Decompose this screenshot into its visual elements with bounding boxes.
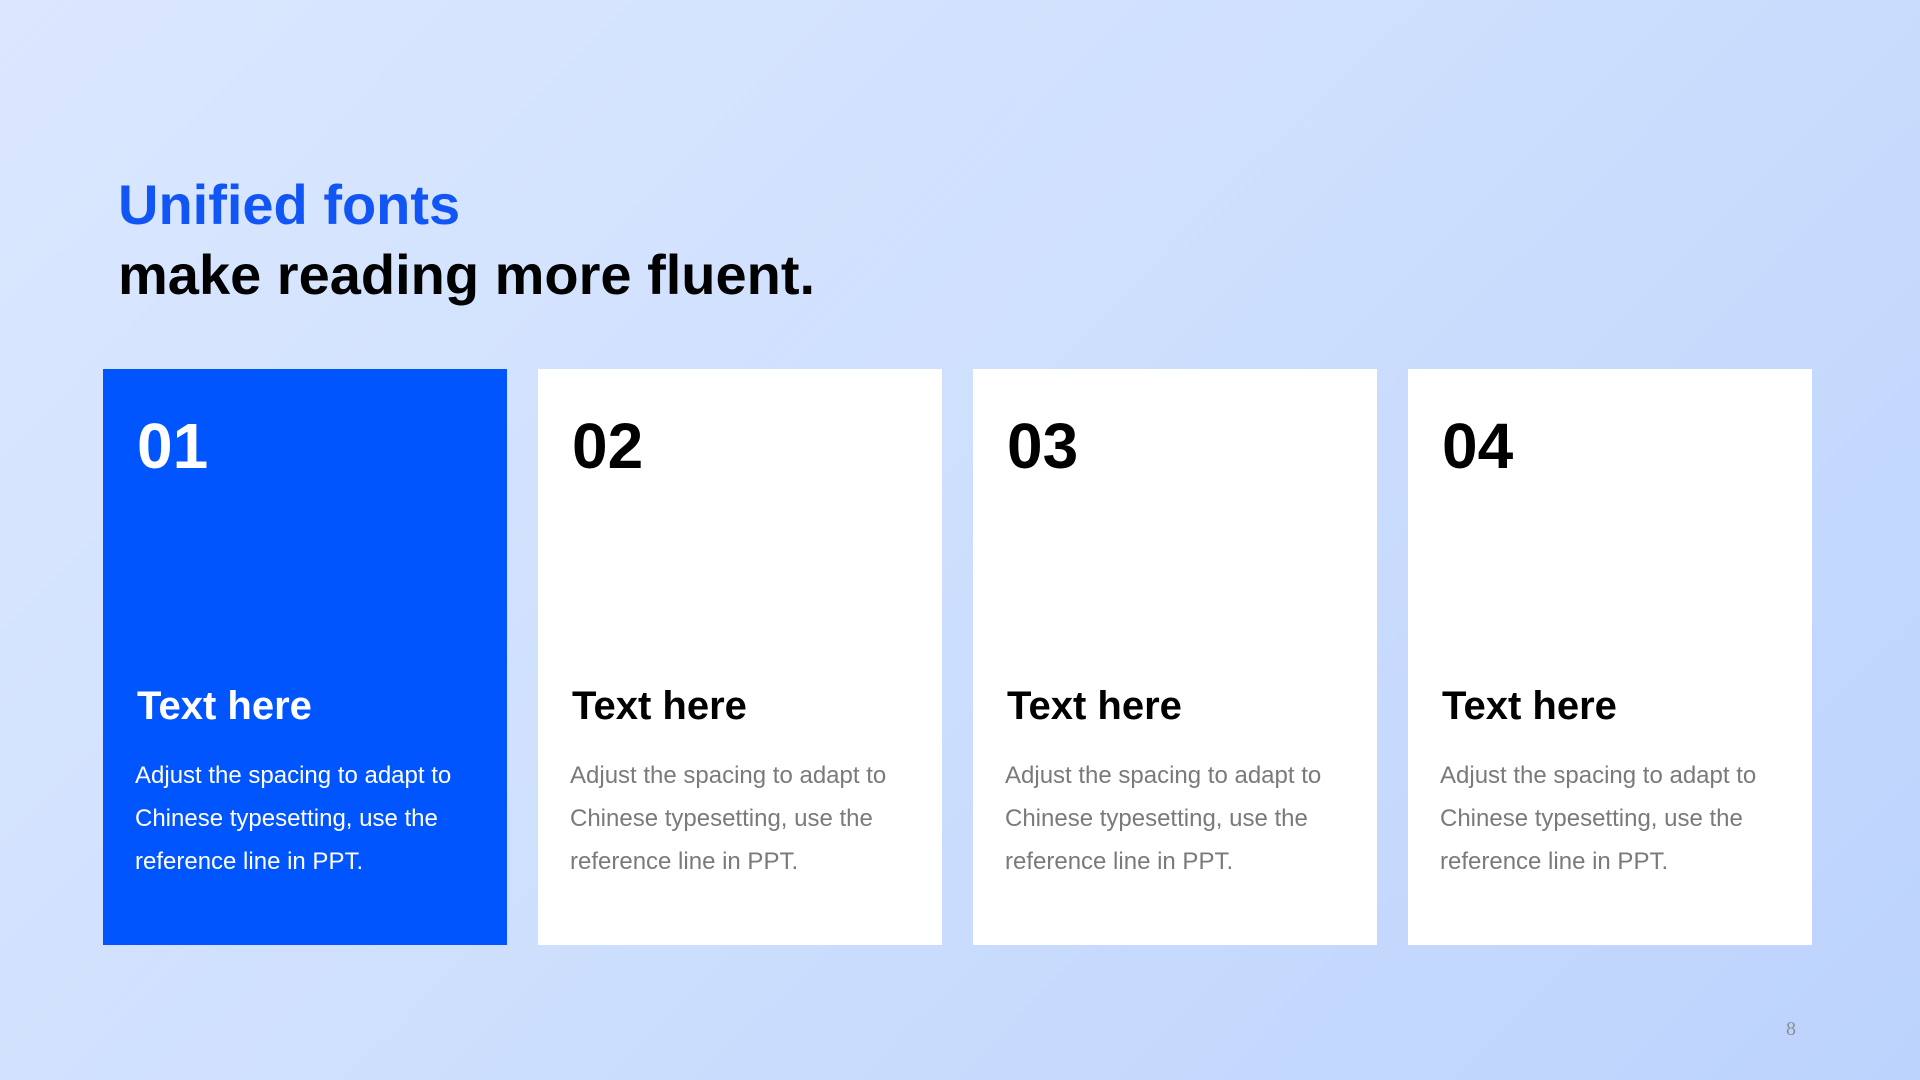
card-body: Adjust the spacing to adapt to Chinese t… xyxy=(1440,762,1757,875)
card-heading: Text here xyxy=(1007,684,1182,728)
card-number: 04 xyxy=(1442,410,1514,482)
card-04: 04 Text here Adjust the spacing to adapt… xyxy=(1408,369,1812,945)
card-02: 02 Text here Adjust the spacing to adapt… xyxy=(538,369,942,945)
card-number: 03 xyxy=(1007,410,1079,482)
slide: Unified fonts make reading more fluent. … xyxy=(0,0,1920,1080)
card-01: 01 Text here Adjust the spacing to adapt… xyxy=(103,369,507,945)
card-03: 03 Text here Adjust the spacing to adapt… xyxy=(973,369,1377,945)
title-main: make reading more fluent. xyxy=(118,243,816,306)
card-number: 02 xyxy=(572,410,644,482)
card-body: Adjust the spacing to adapt to Chinese t… xyxy=(135,762,452,875)
title-accent: Unified fonts xyxy=(118,173,461,236)
card-heading: Text here xyxy=(137,684,312,728)
card-number: 01 xyxy=(137,410,209,482)
card-body: Adjust the spacing to adapt to Chinese t… xyxy=(1005,762,1322,875)
page-number: 8 xyxy=(1786,1018,1796,1040)
card-heading: Text here xyxy=(572,684,747,728)
title-block: Unified fonts make reading more fluent. xyxy=(118,170,815,310)
card-body: Adjust the spacing to adapt to Chinese t… xyxy=(570,762,887,875)
card-heading: Text here xyxy=(1442,684,1617,728)
